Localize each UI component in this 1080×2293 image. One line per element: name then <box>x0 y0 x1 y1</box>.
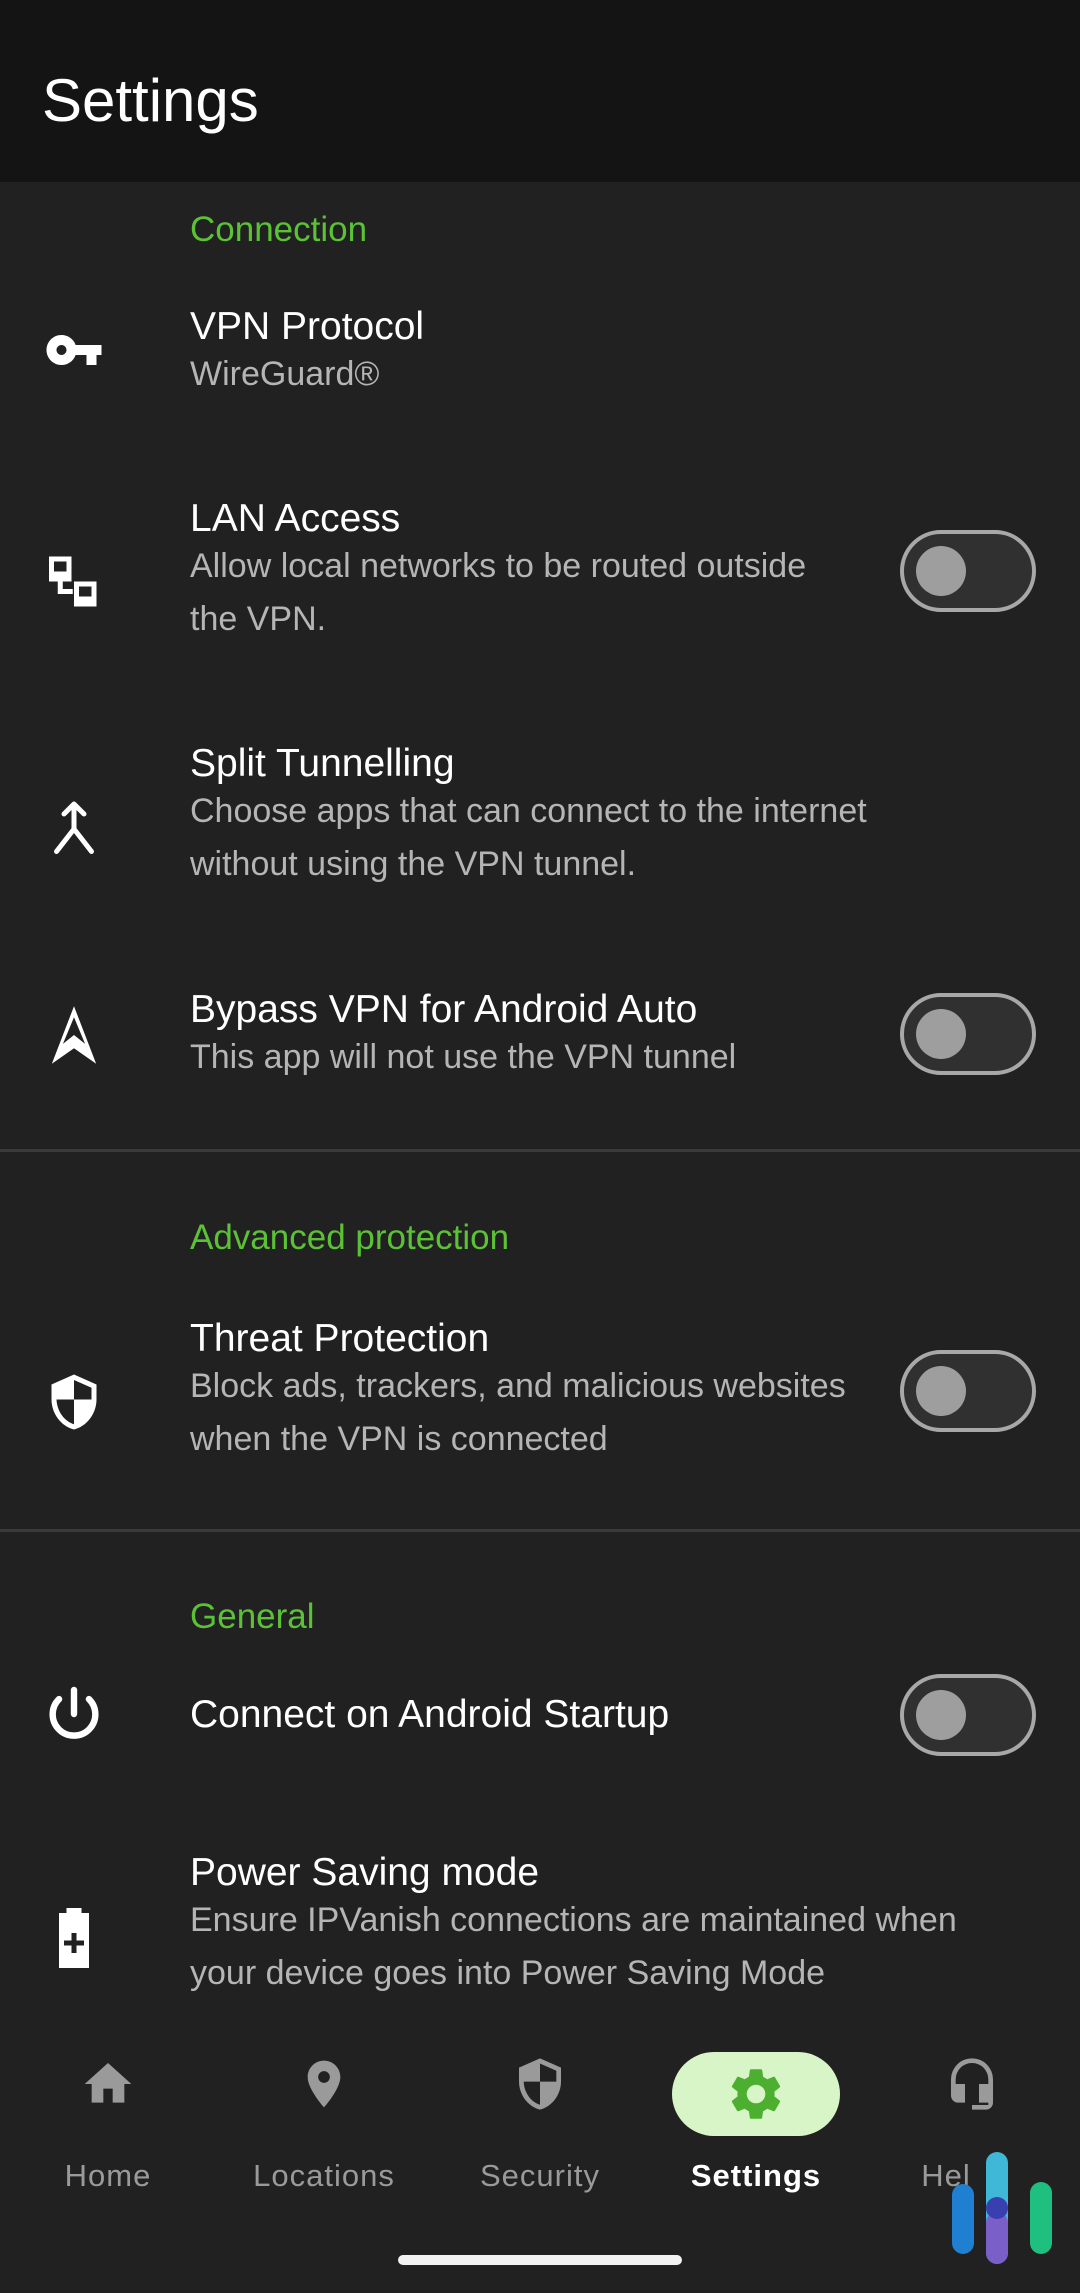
section-header-connection: Connection <box>190 210 368 249</box>
nav-security[interactable]: Security <box>440 2020 640 2220</box>
setting-title: Bypass VPN for Android Auto <box>190 988 698 1031</box>
android-startup-toggle[interactable] <box>900 1674 1036 1756</box>
battery-icon <box>36 1900 112 1976</box>
setting-title: Split Tunnelling <box>190 742 455 785</box>
home-icon <box>66 2052 150 2116</box>
setting-title: LAN Access <box>190 497 401 540</box>
setting-subtitle: Choose apps that can connect to the inte… <box>190 792 867 883</box>
setting-power-saving[interactable]: Power Saving mode Ensure IPVanish connec… <box>0 1848 1080 2028</box>
setting-vpn-protocol[interactable]: VPN Protocol WireGuard® <box>0 302 1080 432</box>
setting-subtitle: Allow local networks to be routed outsid… <box>190 547 807 638</box>
setting-title: Threat Protection <box>190 1317 490 1360</box>
navigation-arrow-icon <box>36 997 112 1073</box>
setting-title: Power Saving mode <box>190 1851 540 1894</box>
section-header-advanced: Advanced protection <box>190 1218 510 1257</box>
section-divider <box>0 1529 1080 1532</box>
section-divider <box>0 1149 1080 1152</box>
app-bar: Settings <box>0 0 1080 182</box>
setting-subtitle: Ensure IPVanish connections are maintain… <box>190 1901 957 1992</box>
toggle-knob <box>916 1009 966 1059</box>
setting-threat-protection[interactable]: Threat Protection Block ads, trackers, a… <box>0 1314 1080 1484</box>
nav-locations[interactable]: Locations <box>224 2020 424 2220</box>
lan-access-toggle[interactable] <box>900 530 1036 612</box>
setting-subtitle: This app will not use the VPN tunnel <box>190 1038 737 1076</box>
toggle-knob <box>916 1690 966 1740</box>
home-indicator[interactable] <box>398 2255 682 2265</box>
nav-settings[interactable]: Settings <box>656 2020 856 2220</box>
shield-icon <box>498 2052 582 2116</box>
nav-label: Security <box>480 2158 600 2193</box>
android-auto-toggle[interactable] <box>900 993 1036 1075</box>
nav-label: Settings <box>690 2158 822 2193</box>
nav-home[interactable]: Home <box>8 2020 208 2220</box>
power-icon <box>36 1676 112 1752</box>
toggle-knob <box>916 546 966 596</box>
setting-android-startup[interactable]: Connect on Android Startup <box>0 1670 1080 1780</box>
setting-subtitle: Block ads, trackers, and malicious websi… <box>190 1367 846 1458</box>
setting-android-auto[interactable]: Bypass VPN for Android Auto This app wil… <box>0 985 1080 1115</box>
lan-icon <box>36 546 112 622</box>
key-icon <box>36 312 112 388</box>
shield-icon <box>36 1364 112 1440</box>
setting-subtitle: WireGuard® <box>190 355 380 393</box>
setting-lan-access[interactable]: LAN Access Allow local networks to be ro… <box>0 494 1080 664</box>
threat-protection-toggle[interactable] <box>900 1350 1036 1432</box>
gear-icon <box>714 2062 798 2126</box>
nav-label: Home <box>64 2158 152 2193</box>
nav-label: Locations <box>253 2158 395 2193</box>
page-title: Settings <box>42 67 259 134</box>
merge-icon <box>36 791 112 867</box>
settings-list[interactable]: Connection VPN Protocol WireGuard® LAN A… <box>0 182 1080 2042</box>
section-header-general: General <box>190 1597 315 1636</box>
setting-title: VPN Protocol <box>190 305 425 348</box>
brand-watermark-logo <box>948 2148 1058 2268</box>
setting-split-tunnelling[interactable]: Split Tunnelling Choose apps that can co… <box>0 739 1080 909</box>
bottom-navigation: Home Locations Security Settings Hel <box>0 2020 1080 2293</box>
toggle-knob <box>916 1366 966 1416</box>
headset-icon <box>930 2052 1014 2116</box>
location-pin-icon <box>282 2052 366 2116</box>
setting-title: Connect on Android Startup <box>190 1693 670 1736</box>
